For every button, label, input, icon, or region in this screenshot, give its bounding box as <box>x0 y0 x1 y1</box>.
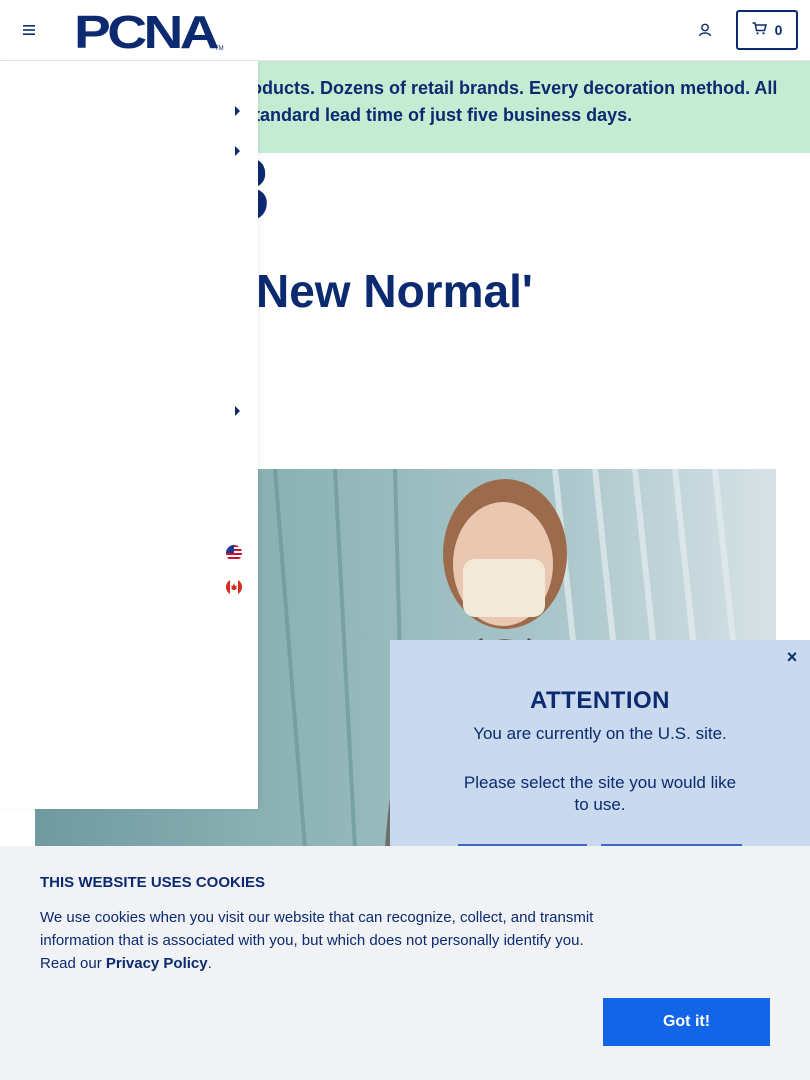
hamburger-icon[interactable] <box>18 20 40 40</box>
cart-icon <box>752 22 767 38</box>
site-selection-modal: × ATTENTION You are currently on the U.S… <box>390 640 810 870</box>
privacy-policy-link[interactable]: Privacy Policy <box>106 955 208 972</box>
drawer-item-2[interactable] <box>0 136 258 166</box>
cookie-banner: THIS WEBSITE USES COOKIES We use cookies… <box>0 846 810 1080</box>
drawer-item-1[interactable] <box>0 96 258 126</box>
side-navigation-drawer <box>0 61 258 809</box>
cookie-period: . <box>207 955 212 972</box>
page-headline: New Normal' <box>256 265 533 317</box>
modal-instruction-text: Please select the site you would like to… <box>463 773 737 814</box>
caret-right-icon <box>235 406 240 416</box>
close-icon[interactable]: × <box>784 648 800 666</box>
canada-flag-icon[interactable] <box>226 579 242 595</box>
cookie-text: We use cookies when you visit our websit… <box>40 906 600 975</box>
cookie-title: THIS WEBSITE USES COOKIES <box>40 874 266 891</box>
svg-text:TM: TM <box>215 46 224 52</box>
caret-right-icon <box>235 106 240 116</box>
pcna-logo[interactable]: PCNA TM <box>74 6 224 58</box>
cart-button[interactable]: 0 <box>736 10 798 50</box>
logo-text: PCNA <box>74 10 218 52</box>
caret-right-icon <box>235 146 240 156</box>
us-flag-icon[interactable] <box>226 545 242 561</box>
cart-count: 0 <box>774 22 783 38</box>
site-header: PCNA TM 0 <box>0 0 810 61</box>
announcement-text: roducts. Dozens of retail brands. Every … <box>244 78 778 125</box>
drawer-item-3[interactable] <box>0 396 258 426</box>
modal-title: ATTENTION <box>529 687 671 714</box>
accept-cookies-button[interactable]: Got it! <box>603 998 770 1046</box>
modal-current-site-text: You are currently on the U.S. site. <box>473 724 727 743</box>
user-icon[interactable] <box>694 19 716 41</box>
